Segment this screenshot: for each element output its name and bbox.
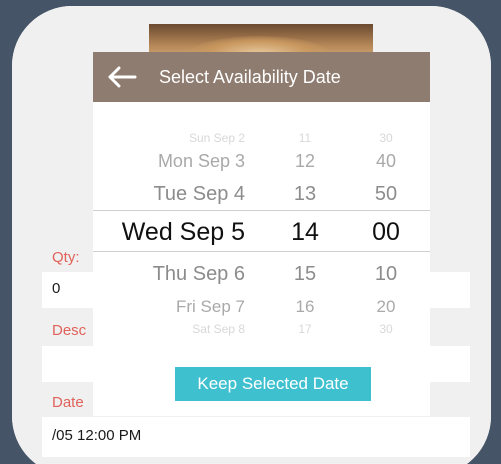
hour-option[interactable]: 12 (276, 151, 334, 172)
day-wheel[interactable]: Sun Sep 2 Mon Sep 3 Tue Sep 4 Wed Sep 5 … (93, 126, 245, 336)
minute-option-selected[interactable]: 00 (355, 218, 417, 247)
modal-header: Select Availability Date (93, 52, 430, 102)
minute-option[interactable]: 20 (355, 297, 417, 317)
date-time-picker[interactable]: Sun Sep 2 Mon Sep 3 Tue Sep 4 Wed Sep 5 … (93, 126, 430, 336)
back-arrow-icon[interactable] (107, 66, 137, 88)
day-option[interactable]: Thu Sep 6 (93, 263, 245, 286)
day-option[interactable]: Tue Sep 4 (93, 183, 245, 206)
date-field[interactable]: /05 12:00 PM (42, 417, 470, 457)
date-label: Date (52, 394, 84, 411)
hour-wheel[interactable]: 11 12 13 14 15 16 17 (276, 126, 334, 336)
day-option[interactable]: Sat Sep 8 (93, 322, 245, 336)
hour-option[interactable]: 16 (276, 297, 334, 317)
minute-option[interactable]: 40 (355, 151, 417, 172)
hour-option[interactable]: 11 (276, 131, 334, 145)
hour-option[interactable]: 13 (276, 183, 334, 206)
day-option-selected[interactable]: Wed Sep 5 (93, 218, 245, 247)
keep-selected-date-button[interactable]: Keep Selected Date (175, 367, 371, 401)
qty-label: Qty: (52, 249, 80, 266)
day-option[interactable]: Sun Sep 2 (93, 131, 245, 145)
minute-option[interactable]: 10 (355, 263, 417, 286)
minute-option[interactable]: 30 (355, 131, 417, 145)
day-option[interactable]: Mon Sep 3 (93, 151, 245, 172)
modal-title: Select Availability Date (159, 67, 341, 87)
minute-option[interactable]: 50 (355, 183, 417, 206)
desc-label: Desc (52, 322, 87, 339)
hour-option[interactable]: 15 (276, 263, 334, 286)
minute-wheel[interactable]: 30 40 50 00 10 20 30 (355, 126, 417, 336)
minute-option[interactable]: 30 (355, 322, 417, 336)
hour-option-selected[interactable]: 14 (276, 218, 334, 247)
hour-option[interactable]: 17 (276, 322, 334, 336)
phone-screen: Qty: 0 Desc Date /05 12:00 PM Select Ava… (12, 6, 491, 464)
day-option[interactable]: Fri Sep 7 (93, 297, 245, 317)
date-picker-modal: Select Availability Date Sun Sep 2 Mon S… (93, 52, 430, 416)
